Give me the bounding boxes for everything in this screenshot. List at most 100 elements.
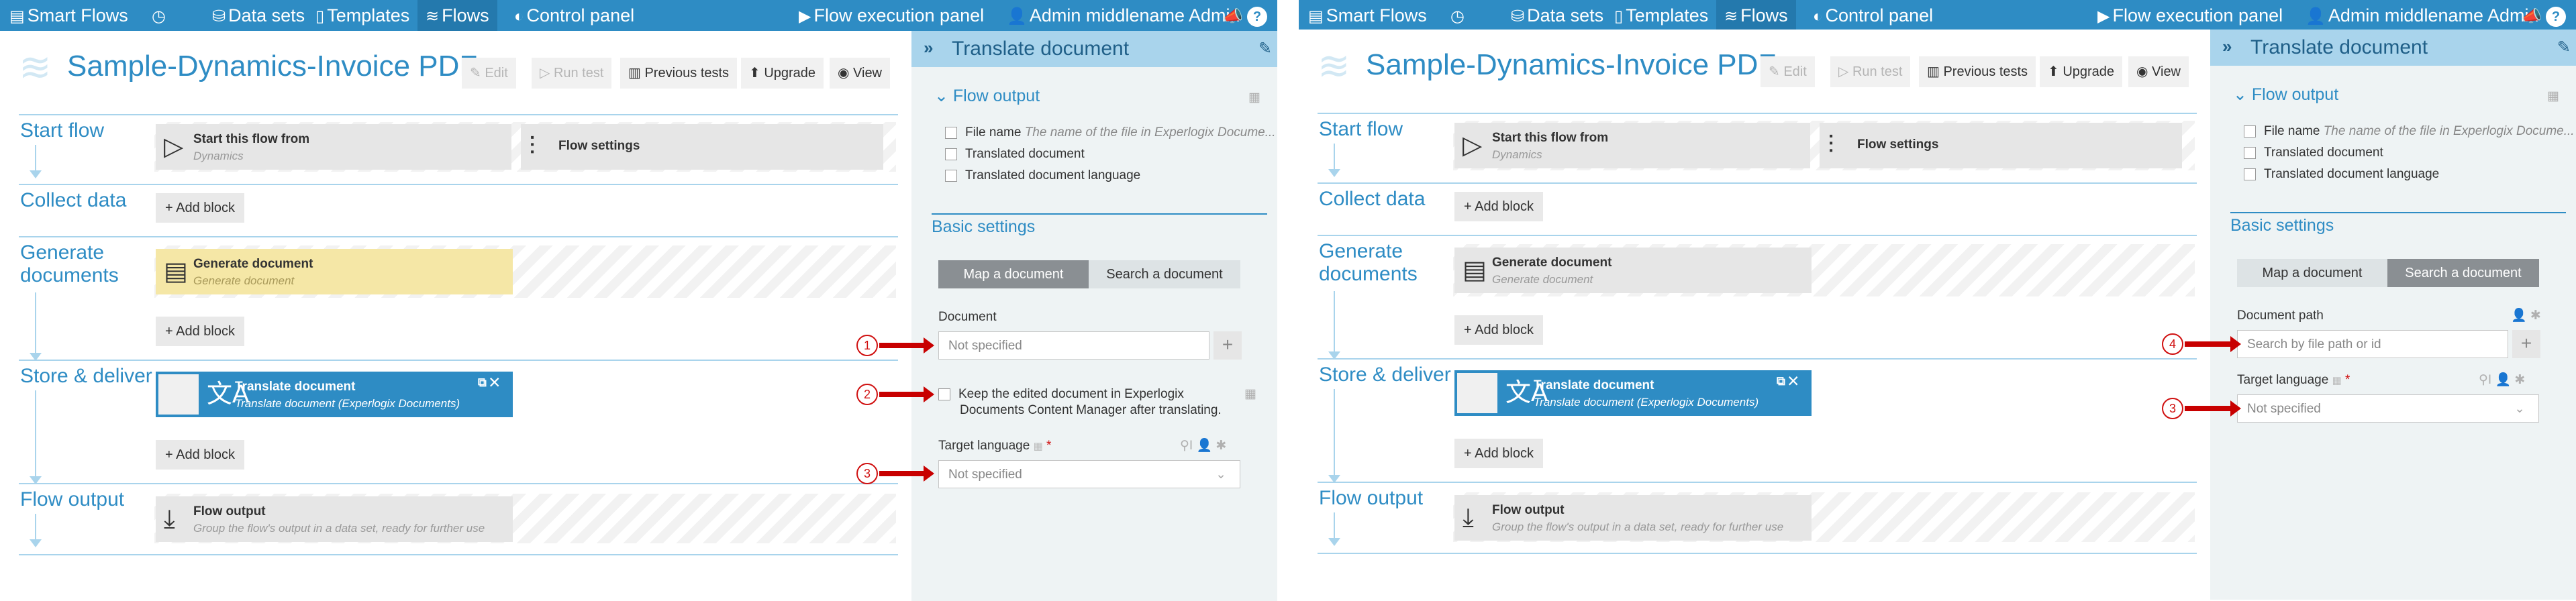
add-block-button[interactable]: + Add block xyxy=(156,317,244,346)
previous-tests-button[interactable]: ▥ Previous tests xyxy=(1919,56,2036,87)
generate-document-block[interactable]: ▤ Generate document Generate document xyxy=(156,249,513,294)
nav-datasets[interactable]: ⛁ Data sets xyxy=(1511,0,1603,31)
nav-control-panel[interactable]: ◐ Control panel xyxy=(514,0,634,31)
panel-header: » Translate document ✎ xyxy=(911,31,1277,67)
checkbox[interactable] xyxy=(2244,125,2256,138)
checkbox[interactable] xyxy=(945,169,957,182)
view-button[interactable]: ◉ View xyxy=(830,58,891,89)
callout-arrow xyxy=(879,386,934,402)
document-path-label: Document path xyxy=(2237,309,2324,323)
dataset-icon: ⛁ xyxy=(212,7,226,25)
target-language-select[interactable]: Not specified ⌄ xyxy=(938,460,1240,488)
add-block-button[interactable]: + Add block xyxy=(1454,439,1543,468)
view-button[interactable]: ◉ View xyxy=(2128,56,2189,87)
nav-user[interactable]: 👤 Admin middlename Admin xyxy=(1007,0,1240,31)
flow-output-block[interactable]: ⤓ Flow output Group the flow's output in… xyxy=(1454,495,1812,541)
flow-settings-block[interactable]: ⫶ Flow settings xyxy=(1820,123,2182,168)
panel-title: Translate document xyxy=(952,38,1130,60)
map-document-toggle[interactable]: Map a document xyxy=(938,260,1089,288)
announcement-icon[interactable]: 📣 xyxy=(1223,0,1246,31)
nav-templates[interactable]: ▯ Templates xyxy=(1614,0,1708,31)
nav-brand[interactable]: ▤ Smart Flows xyxy=(1308,0,1427,31)
translate-document-block[interactable]: 文A Translate document Translate document… xyxy=(1454,370,1812,416)
run-test-button[interactable]: ▷ Run test xyxy=(1830,56,1911,87)
document-path-input[interactable]: Search by file path or id xyxy=(2237,330,2508,358)
field-options-icons[interactable]: 👤 ✱ xyxy=(2511,307,2541,323)
field-options-icons[interactable]: ⚲I 👤 ✱ xyxy=(2479,372,2525,388)
upgrade-button[interactable]: ⬆ Upgrade xyxy=(2040,56,2123,87)
add-block-button[interactable]: + Add block xyxy=(156,193,244,223)
flow-output-section-toggle[interactable]: ⌄ Flow output xyxy=(934,86,1040,106)
output-translated-document-language[interactable]: Translated document language xyxy=(2244,166,2439,182)
nav-user[interactable]: 👤 Admin middlename Admin xyxy=(2306,0,2539,31)
smart-flows-icon: ▤ xyxy=(1308,7,1324,25)
output-file-name[interactable]: File name The name of the file in Experl… xyxy=(2244,123,2575,140)
add-document-button[interactable]: + xyxy=(2512,330,2540,358)
collapse-panel-icon[interactable]: » xyxy=(2222,36,2232,57)
pencil-icon[interactable]: ✎ xyxy=(1258,39,1272,58)
checkbox[interactable] xyxy=(2244,146,2256,159)
generate-document-block[interactable]: ▤ Generate document Generate document xyxy=(1454,248,1812,293)
nav-flows[interactable]: ≋ Flows xyxy=(1716,0,1796,31)
stage-divider xyxy=(1318,482,2197,483)
history-icon[interactable]: ◷ xyxy=(152,0,168,31)
add-block-button[interactable]: + Add block xyxy=(156,440,244,470)
history-icon[interactable]: ◷ xyxy=(1450,0,1467,31)
stage-flow-output: Flow output xyxy=(1319,487,1424,509)
field-options-icons[interactable]: ⚲I 👤 ✱ xyxy=(1180,437,1226,453)
translate-document-block[interactable]: 文A Translate document Translate document… xyxy=(156,372,513,417)
flow-settings-block[interactable]: ⫶ Flow settings xyxy=(521,124,883,170)
flow-editor: ≋ Sample-Dynamics-Invoice PDF ... ✎ Edit… xyxy=(1299,30,2210,600)
close-icon[interactable]: ⧉ ✕ xyxy=(1777,374,1798,388)
start-flow-block[interactable]: ▷ Start this flow from Dynamics xyxy=(156,124,511,170)
checkbox[interactable] xyxy=(2244,168,2256,180)
keep-document-option[interactable]: Keep the edited document in Experlogix Do… xyxy=(938,386,1222,419)
flow-output-block[interactable]: ⤓ Flow output Group the flow's output in… xyxy=(156,496,513,542)
output-translated-document[interactable]: Translated document xyxy=(2244,145,2383,161)
nav-flow-execution-panel[interactable]: ▶ Flow execution panel xyxy=(799,0,984,31)
add-document-button[interactable]: + xyxy=(1213,331,1242,360)
checkbox[interactable] xyxy=(945,148,957,160)
user-icon: 👤 xyxy=(1007,7,1027,25)
search-document-toggle[interactable]: Search a document xyxy=(2387,259,2539,287)
collapse-panel-icon[interactable]: » xyxy=(924,38,933,58)
nav-templates[interactable]: ▯ Templates xyxy=(315,0,409,31)
output-translated-document-language[interactable]: Translated document language xyxy=(945,168,1140,184)
add-block-button[interactable]: + Add block xyxy=(1454,192,1543,221)
stage-connector xyxy=(1334,512,1335,539)
output-file-name[interactable]: File name The name of the file in Experl… xyxy=(945,125,1276,141)
callout-2: 2 xyxy=(856,384,878,405)
upgrade-button[interactable]: ⬆ Upgrade xyxy=(741,58,824,89)
start-flow-block[interactable]: ▷ Start this flow from Dynamics xyxy=(1454,123,1810,168)
info-icon: ▦ xyxy=(1244,387,1256,401)
checkbox[interactable] xyxy=(945,126,957,139)
target-language-select[interactable]: Not specified ⌄ xyxy=(2237,394,2539,423)
document-field[interactable]: Not specified xyxy=(938,331,1209,360)
previous-tests-button[interactable]: ▥ Previous tests xyxy=(620,58,738,89)
help-button[interactable]: ? xyxy=(2546,0,2566,31)
checkbox[interactable] xyxy=(938,388,950,400)
edit-button[interactable]: ✎ Edit xyxy=(462,58,516,89)
stage-connector xyxy=(1334,144,1335,170)
close-icon[interactable]: ⧉ ✕ xyxy=(478,376,499,390)
map-document-toggle[interactable]: Map a document xyxy=(2237,259,2387,287)
nav-brand[interactable]: ▤ Smart Flows xyxy=(9,0,128,31)
nav-flow-execution-panel[interactable]: ▶ Flow execution panel xyxy=(2097,0,2283,31)
search-document-toggle[interactable]: Search a document xyxy=(1089,260,1240,288)
stage-start-flow: Start flow xyxy=(1319,118,1403,140)
callout-arrow xyxy=(2185,400,2241,417)
help-button[interactable]: ? xyxy=(1247,0,1267,31)
nav-control-panel[interactable]: ◐ Control panel xyxy=(1813,0,1933,31)
add-block-button[interactable]: + Add block xyxy=(1454,315,1543,345)
control-panel-icon: ◐ xyxy=(1813,7,1823,25)
nav-datasets[interactable]: ⛁ Data sets xyxy=(212,0,305,31)
output-translated-document[interactable]: Translated document xyxy=(945,146,1085,162)
pencil-icon[interactable]: ✎ xyxy=(2557,38,2571,57)
page-title: Sample-Dynamics-Invoice PDF ... xyxy=(1366,48,1810,81)
flow-output-section-toggle[interactable]: ⌄ Flow output xyxy=(2233,85,2338,105)
run-test-button[interactable]: ▷ Run test xyxy=(532,58,612,89)
edit-button[interactable]: ✎ Edit xyxy=(1761,56,1815,87)
screenshot-map-document: ▤ Smart Flows ◷ ⛁ Data sets ▯ Templates ≋ Fl… xyxy=(0,0,1277,601)
announcement-icon[interactable]: 📣 xyxy=(2522,0,2544,31)
nav-flows[interactable]: ≋ Flows xyxy=(417,0,497,31)
